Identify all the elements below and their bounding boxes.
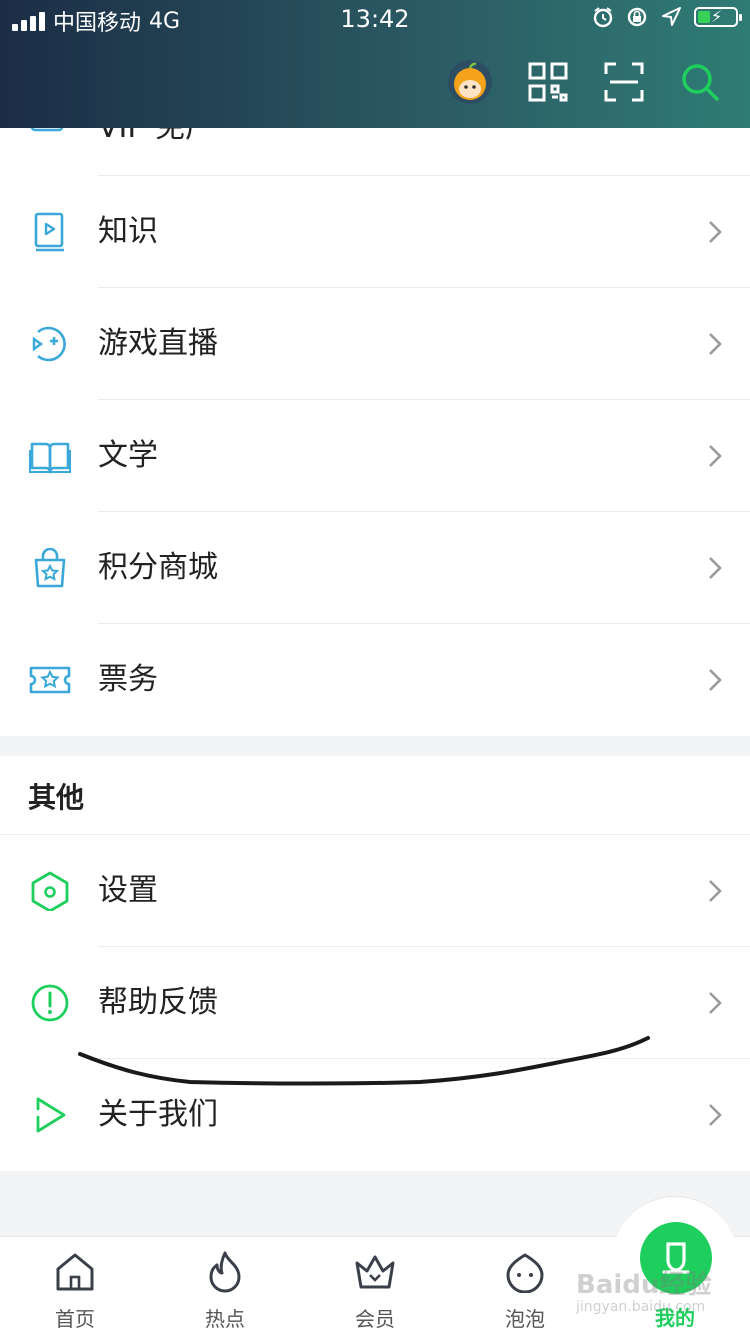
top-bar: 中国移动 4G 13:42 ⚡ — [0, 0, 750, 128]
search-icon[interactable] — [680, 62, 720, 102]
menu-item-label: 设置 — [98, 873, 158, 908]
tab-label: 会员 — [355, 1307, 395, 1331]
menu-item-label: 文学 — [98, 438, 158, 473]
vip-icon — [30, 128, 64, 132]
tab-label: 首页 — [55, 1307, 95, 1331]
section-title-other: 其他 — [0, 756, 750, 835]
status-icons: ⚡ — [592, 6, 742, 28]
menu-item-label: 游戏直播 — [98, 326, 218, 361]
flame-icon — [209, 1251, 241, 1293]
bubble-icon — [506, 1253, 544, 1293]
menu-item-label: 帮助反馈 — [98, 985, 218, 1020]
menu-item-label: VIP 免广 — [98, 128, 215, 146]
watermark-subtext: jingyan.baidu.com — [576, 1299, 706, 1315]
menu-item-label: 积分商城 — [98, 550, 218, 585]
chevron-right-icon — [709, 557, 722, 579]
avatar[interactable] — [448, 60, 492, 104]
profile-menu-list: VIP 免广 知识 游戏直播 文学 积分商城 票务 其他 设置 — [0, 128, 750, 1171]
settings-icon — [31, 871, 69, 911]
qr-code-icon[interactable] — [528, 62, 568, 102]
alarm-icon — [593, 7, 613, 28]
chevron-right-icon — [709, 669, 722, 691]
help-icon — [31, 984, 69, 1022]
chevron-right-icon — [709, 1104, 722, 1126]
points-mall-icon — [34, 548, 66, 588]
section-gap — [0, 736, 750, 756]
tab-label: 热点 — [205, 1307, 245, 1331]
status-bar: 中国移动 4G 13:42 ⚡ — [0, 0, 750, 40]
tab-vip[interactable]: 会员 — [300, 1237, 450, 1335]
book-icon — [29, 442, 71, 474]
avatar-icon — [454, 62, 486, 100]
home-icon — [56, 1253, 94, 1291]
about-icon — [36, 1097, 66, 1133]
watermark-text: Baidu经验 — [576, 1270, 712, 1300]
menu-item-label: 知识 — [98, 214, 158, 249]
location-icon — [662, 7, 681, 26]
knowledge-icon — [34, 212, 64, 252]
scan-icon[interactable] — [604, 62, 644, 102]
chevron-right-icon — [709, 880, 722, 902]
menu-item-about-us[interactable]: 关于我们 — [0, 1059, 750, 1171]
menu-item-vip[interactable]: VIP 免广 — [0, 128, 750, 176]
menu-item-tickets[interactable]: 票务 — [0, 624, 750, 736]
section-title-label: 其他 — [28, 781, 85, 814]
menu-item-settings[interactable]: 设置 — [0, 835, 750, 947]
menu-item-literature[interactable]: 文学 — [0, 400, 750, 512]
chevron-right-icon — [709, 445, 722, 467]
chevron-right-icon — [709, 221, 722, 243]
header-tools — [448, 60, 720, 104]
menu-item-knowledge[interactable]: 知识 — [0, 176, 750, 288]
menu-item-points-mall[interactable]: 积分商城 — [0, 512, 750, 624]
battery-icon: ⚡ — [694, 7, 742, 27]
watermark: Baidu经验 jingyan.baidu.com — [576, 1264, 711, 1315]
game-live-icon — [32, 326, 66, 362]
ticket-icon — [29, 666, 71, 694]
menu-item-label: 票务 — [98, 662, 158, 697]
tab-home[interactable]: 首页 — [0, 1237, 150, 1335]
chevron-right-icon — [709, 333, 722, 355]
menu-item-game-live[interactable]: 游戏直播 — [0, 288, 750, 400]
crown-icon — [355, 1255, 395, 1289]
menu-item-label: 关于我们 — [98, 1097, 218, 1132]
menu-item-help-feedback[interactable]: 帮助反馈 — [0, 947, 750, 1059]
rotation-lock-icon — [627, 7, 647, 27]
chevron-right-icon — [709, 992, 722, 1014]
tab-hot[interactable]: 热点 — [150, 1237, 300, 1335]
